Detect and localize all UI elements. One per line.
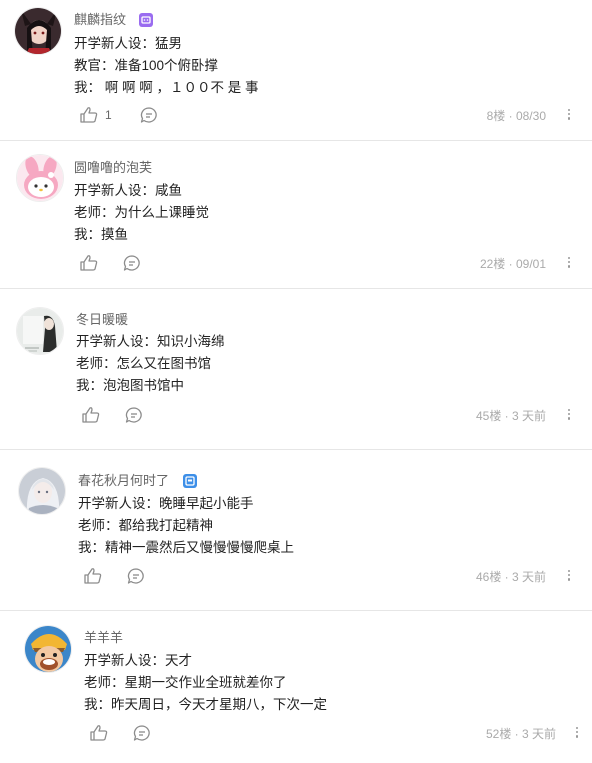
- floor-and-date: 22楼 · 09/01: [479, 257, 546, 271]
- comment-item: 麒麟指纹 开学新人设：猛男 教官：准备100个俯卧撑 我： 啊 啊 啊 ，１００…: [0, 0, 592, 140]
- chat-bubble-icon[interactable]: [122, 254, 142, 272]
- chat-bubble-icon[interactable]: [139, 106, 159, 124]
- thumbs-up-icon[interactable]: [83, 567, 103, 585]
- comment-text-line: 我：泡泡图书馆中: [76, 378, 184, 393]
- username[interactable]: 春花秋月何时了: [78, 472, 169, 490]
- comment-text-line: 我：摸鱼: [74, 227, 128, 242]
- chat-bubble-icon[interactable]: [126, 567, 146, 585]
- chat-bubble-icon[interactable]: [124, 406, 144, 424]
- avatar[interactable]: [16, 154, 64, 202]
- more-vertical-icon[interactable]: [566, 107, 572, 123]
- comment-item: 春花秋月何时了 开学新人设：晚睡早起小能手 老师：都给我打起精神 我：精神一震然…: [0, 450, 592, 610]
- floor-and-date: 52楼 · 3 天前: [485, 727, 556, 741]
- thumbs-up-icon[interactable]: [79, 106, 99, 124]
- more-vertical-icon[interactable]: [574, 725, 580, 741]
- avatar[interactable]: [18, 467, 66, 515]
- comment-item: 圆噜噜的泡芙 开学新人设：咸鱼 老师：为什么上课睡觉 我：摸鱼 22楼 · 09…: [0, 141, 592, 287]
- thumbs-up-icon[interactable]: [89, 724, 109, 742]
- more-vertical-icon[interactable]: [566, 568, 572, 584]
- comment-text-line: 老师：都给我打起精神: [78, 518, 213, 533]
- member-badge-icon: [183, 474, 197, 488]
- comment-text-line: 我：精神一震然后又慢慢慢慢爬桌上: [78, 540, 294, 555]
- more-vertical-icon[interactable]: [566, 255, 572, 271]
- comment-item: 羊羊羊 开学新人设：天才 老师：星期一交作业全班就差你了 我：昨天周日，今天才星…: [0, 611, 592, 763]
- comment-text-line: 教官：准备100个俯卧撑: [74, 58, 219, 73]
- comment-text-line: 开学新人设：晚睡早起小能手: [78, 496, 254, 511]
- username[interactable]: 羊羊羊: [84, 629, 123, 647]
- username[interactable]: 圆噜噜的泡芙: [74, 159, 152, 177]
- thumbs-up-icon[interactable]: [79, 254, 99, 272]
- comment-feed: 麒麟指纹 开学新人设：猛男 教官：准备100个俯卧撑 我： 啊 啊 啊 ，１００…: [0, 0, 592, 763]
- username[interactable]: 麒麟指纹: [74, 11, 126, 29]
- more-vertical-icon[interactable]: [566, 407, 572, 423]
- floor-and-date: 46楼 · 3 天前: [475, 570, 546, 584]
- avatar[interactable]: [24, 625, 72, 673]
- member-badge-icon: [139, 13, 153, 27]
- like-count: 1: [105, 108, 112, 122]
- comment-text-line: 我： 啊 啊 啊 ，１００不 是 事: [74, 80, 259, 95]
- comment-text-line: 开学新人设：知识小海绵: [76, 334, 225, 349]
- avatar[interactable]: [14, 7, 62, 55]
- comment-text-line: 开学新人设：咸鱼: [74, 183, 182, 198]
- comment-text-line: 老师：星期一交作业全班就差你了: [84, 675, 287, 690]
- floor-and-date: 8楼 · 08/30: [486, 109, 546, 123]
- comment-text-line: 我：昨天周日，今天才星期八，下次一定: [84, 697, 327, 712]
- username[interactable]: 冬日暖暖: [76, 311, 128, 329]
- comment-text-line: 开学新人设：猛男: [74, 36, 182, 51]
- comment-text-line: 开学新人设：天才: [84, 653, 192, 668]
- floor-and-date: 45楼 · 3 天前: [475, 409, 546, 423]
- avatar[interactable]: [16, 307, 64, 355]
- comment-item: 冬日暖暖 开学新人设：知识小海绵 老师：怎么又在图书馆 我：泡泡图书馆中 45楼…: [0, 289, 592, 449]
- comment-text-line: 老师：怎么又在图书馆: [76, 356, 211, 371]
- thumbs-up-icon[interactable]: [81, 406, 101, 424]
- chat-bubble-icon[interactable]: [132, 724, 152, 742]
- comment-text-line: 老师：为什么上课睡觉: [74, 205, 209, 220]
